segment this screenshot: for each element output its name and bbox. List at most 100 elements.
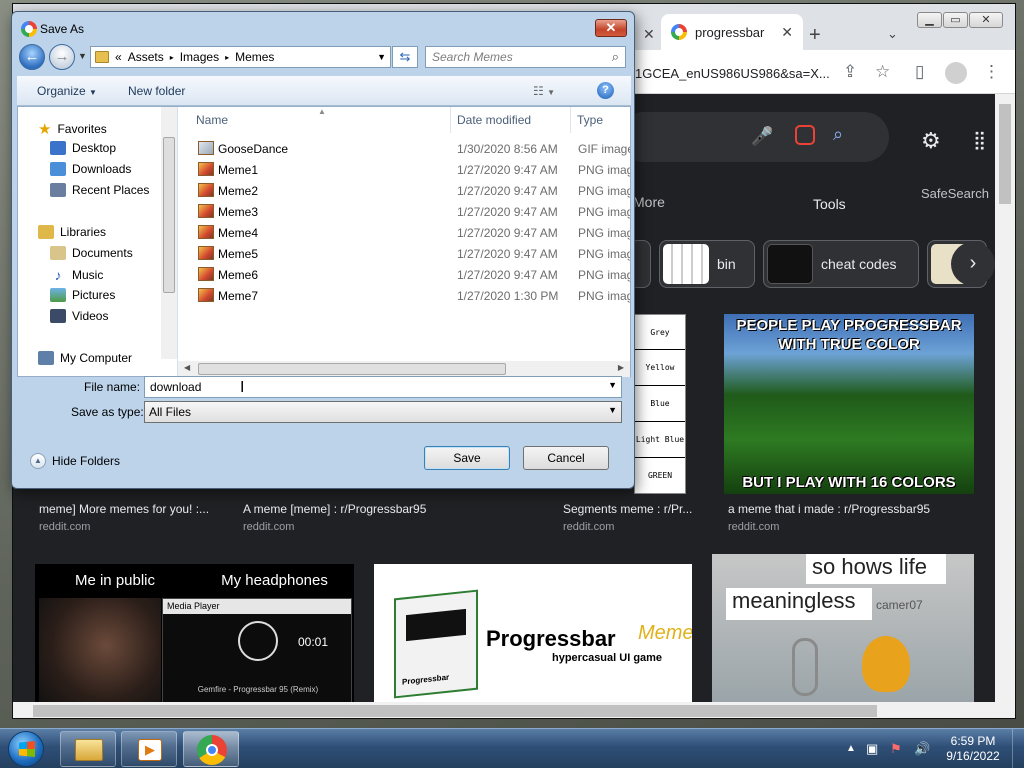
breadcrumb-memes[interactable]: Memes: [235, 50, 274, 64]
column-divider[interactable]: [450, 107, 451, 133]
nav-recent-places[interactable]: Recent Places: [50, 183, 149, 197]
new-folder-button[interactable]: New folder: [128, 84, 185, 98]
nav-libraries[interactable]: Libraries: [38, 225, 106, 239]
breadcrumb-separator-icon[interactable]: ▸: [225, 53, 229, 62]
search-icon[interactable]: ⌕: [612, 49, 619, 65]
scroll-right-arrow-icon[interactable]: ▶: [618, 363, 624, 372]
lens-camera-icon[interactable]: [795, 125, 815, 145]
address-bar-url[interactable]: 1GCEA_enUS986US986&sa=X...: [635, 66, 830, 81]
nav-favorites[interactable]: ★ Favorites: [38, 120, 107, 138]
system-clock[interactable]: 6:59 PM 9/16/2022: [940, 734, 1006, 764]
organize-button[interactable]: Organize ▼: [37, 84, 97, 98]
show-hidden-icons-icon[interactable]: ▲: [846, 743, 856, 754]
scrollbar-thumb[interactable]: [198, 363, 506, 375]
nav-music[interactable]: ♪ Music: [50, 267, 104, 283]
taskbar-explorer-button[interactable]: [60, 731, 116, 767]
network-icon[interactable]: ▣: [866, 741, 878, 757]
file-name-dropdown-icon[interactable]: ▼: [608, 380, 617, 390]
address-dropdown-icon[interactable]: ▼: [377, 52, 386, 62]
nav-documents[interactable]: Documents: [50, 246, 133, 260]
save-as-type-dropdown-icon[interactable]: ▼: [608, 405, 617, 415]
menu-tools[interactable]: Tools: [813, 196, 846, 212]
view-options-icon[interactable]: ☷ ▼: [533, 84, 555, 98]
nav-downloads[interactable]: Downloads: [50, 162, 131, 176]
result-image-progressbar-meme-logo[interactable]: Progressbar Progressbar Meme hypercasual…: [374, 564, 692, 704]
volume-icon[interactable]: 🔊: [914, 741, 930, 757]
file-row[interactable]: Meme6 1/27/2020 9:47 AM PNG image: [194, 264, 630, 285]
settings-gear-icon[interactable]: ⚙: [921, 128, 941, 154]
file-row[interactable]: GooseDance 1/30/2020 8:56 AM GIF image: [194, 138, 630, 159]
file-row[interactable]: Meme1 1/27/2020 9:47 AM PNG image: [194, 159, 630, 180]
nav-my-computer[interactable]: My Computer: [38, 351, 132, 365]
side-panel-icon[interactable]: ▯: [915, 62, 924, 82]
menu-more[interactable]: More: [633, 194, 665, 210]
profile-avatar-icon[interactable]: [945, 62, 967, 84]
google-search-box[interactable]: 🎤 ⌕: [619, 112, 889, 162]
scroll-left-arrow-icon[interactable]: ◀: [184, 363, 190, 372]
breadcrumb-images[interactable]: Images: [180, 50, 219, 64]
page-horizontal-scrollbar[interactable]: [13, 702, 1015, 718]
close-tab-icon[interactable]: ✕: [643, 26, 655, 43]
taskbar-chrome-button[interactable]: [183, 731, 239, 767]
result-caption[interactable]: Segments meme : r/Pr...: [563, 502, 703, 516]
nav-scrollbar[interactable]: [161, 107, 177, 359]
back-arrow-icon[interactable]: ←: [19, 44, 45, 70]
nav-desktop[interactable]: Desktop: [50, 141, 116, 155]
scrollbar-thumb[interactable]: [999, 104, 1011, 204]
page-vertical-scrollbar[interactable]: [995, 94, 1015, 704]
chips-next-arrow-icon[interactable]: ›: [951, 242, 995, 286]
file-row[interactable]: Meme5 1/27/2020 9:47 AM PNG image: [194, 243, 630, 264]
file-list-horizontal-scrollbar[interactable]: ◀ ▶: [178, 361, 630, 377]
refresh-icon[interactable]: ⇆: [392, 46, 418, 68]
nav-videos[interactable]: Videos: [50, 309, 108, 323]
hide-folders-toggle[interactable]: ▲ Hide Folders: [30, 453, 120, 469]
result-caption[interactable]: A meme [meme] : r/Progressbar95: [243, 502, 543, 516]
result-image-16-colors-meme[interactable]: PEOPLE PLAY PROGRESSBAR WITH TRUE COLOR …: [724, 314, 974, 494]
dialog-close-button[interactable]: ✕: [595, 19, 627, 37]
column-header-name[interactable]: Name: [196, 113, 228, 127]
bookmark-star-icon[interactable]: ☆: [875, 62, 890, 82]
maximize-button[interactable]: ▭: [943, 12, 968, 28]
scrollbar-thumb[interactable]: [33, 705, 877, 717]
related-chip-bin[interactable]: bin: [659, 240, 755, 288]
column-header-date[interactable]: Date modified: [457, 113, 531, 127]
save-as-type-select[interactable]: All Files ▼: [144, 401, 622, 423]
show-desktop-button[interactable]: [1012, 729, 1024, 768]
help-icon[interactable]: ?: [597, 82, 614, 99]
result-image-headphones-meme[interactable]: Me in public My headphones Media Player …: [35, 564, 354, 704]
file-name-input[interactable]: download ▼: [144, 376, 622, 398]
tab-google-search[interactable]: progressbar ✕: [661, 14, 803, 50]
result-caption[interactable]: a meme that i made : r/Progressbar95: [728, 502, 988, 516]
new-tab-icon[interactable]: +: [809, 24, 821, 47]
column-header-type[interactable]: Type: [577, 113, 603, 127]
tab-search-chevron-icon[interactable]: ⌄: [887, 26, 898, 42]
close-window-button[interactable]: ✕: [969, 12, 1003, 28]
file-row[interactable]: Meme4 1/27/2020 9:47 AM PNG image: [194, 222, 630, 243]
search-memes-input[interactable]: Search Memes ⌕: [425, 46, 626, 68]
result-caption[interactable]: meme] More memes for you! :...: [39, 502, 219, 516]
file-row[interactable]: Meme2 1/27/2020 9:47 AM PNG image: [194, 180, 630, 201]
recent-locations-chevron-icon[interactable]: ▼: [78, 51, 87, 61]
breadcrumb-separator-icon[interactable]: ▸: [170, 53, 174, 62]
search-icon[interactable]: ⌕: [833, 124, 843, 145]
menu-safesearch[interactable]: SafeSearch: [921, 186, 989, 201]
result-image-colors[interactable]: Grey Yellow Blue Light Blue GREEN: [634, 314, 686, 494]
file-row[interactable]: Meme7 1/27/2020 1:30 PM PNG image: [194, 285, 630, 306]
scrollbar-thumb[interactable]: [163, 137, 175, 293]
save-button[interactable]: Save: [424, 446, 510, 470]
related-chip-cheat-codes[interactable]: cheat codes: [763, 240, 919, 288]
minimize-button[interactable]: ▁: [917, 12, 942, 28]
microphone-icon[interactable]: 🎤: [751, 126, 773, 147]
file-row[interactable]: Meme3 1/27/2020 9:47 AM PNG image: [194, 201, 630, 222]
chrome-menu-icon[interactable]: ⋮: [983, 62, 1000, 82]
close-tab-icon[interactable]: ✕: [781, 24, 793, 41]
column-divider[interactable]: [570, 107, 571, 133]
breadcrumb-assets[interactable]: Assets: [128, 50, 164, 64]
start-button-windows-icon[interactable]: [8, 731, 44, 767]
share-icon[interactable]: ⇪: [843, 62, 857, 82]
address-breadcrumb[interactable]: « Assets ▸ Images ▸ Memes ▼: [90, 46, 391, 68]
apps-grid-icon[interactable]: ⣿: [973, 130, 986, 151]
cancel-button[interactable]: Cancel: [523, 446, 609, 470]
nav-pictures[interactable]: Pictures: [50, 288, 115, 302]
result-image-clippy-meme[interactable]: so hows life meaningless camer07: [712, 554, 974, 704]
